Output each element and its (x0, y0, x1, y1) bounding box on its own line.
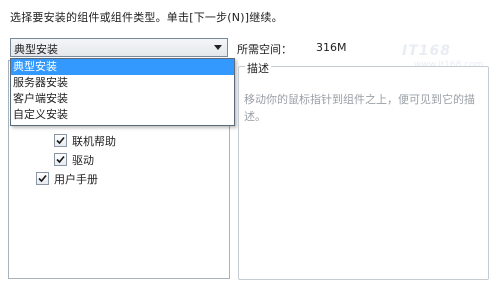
component-label-driver: 驱动 (72, 154, 94, 167)
checkbox-online-help[interactable] (54, 134, 67, 147)
checkbox-user-manual[interactable] (36, 172, 49, 185)
instruction-text: 选择要安装的组件或组件类型。单击[下一步(N)]继续。 (10, 11, 283, 24)
watermark-logo: IT168 (402, 43, 451, 59)
component-label-online-help: 联机帮助 (72, 135, 116, 148)
component-label-user-manual: 用户手册 (54, 173, 98, 186)
checkbox-driver[interactable] (54, 153, 67, 166)
disk-space-value: 316M (316, 41, 347, 54)
chevron-down-icon[interactable] (214, 45, 222, 50)
install-type-value: 典型安装 (14, 43, 58, 56)
description-groupbox: 描述 移动你的鼠标指针到组件之上，便可见到它的描述。 (238, 60, 489, 280)
option-custom-install[interactable]: 自定义安装 (11, 107, 234, 123)
option-server-install[interactable]: 服务器安装 (11, 75, 234, 91)
option-client-install[interactable]: 客户端安装 (11, 91, 234, 107)
install-type-combobox[interactable]: 典型安装 (10, 38, 228, 57)
description-title: 描述 (245, 60, 271, 76)
install-type-dropdown-list[interactable]: 典型安装 服务器安装 客户端安装 自定义安装 (10, 58, 235, 126)
description-text: 移动你的鼠标指针到组件之上，便可见到它的描述。 (244, 93, 475, 123)
option-typical-install[interactable]: 典型安装 (11, 59, 234, 75)
disk-space-label: 所需空间： (237, 43, 292, 56)
